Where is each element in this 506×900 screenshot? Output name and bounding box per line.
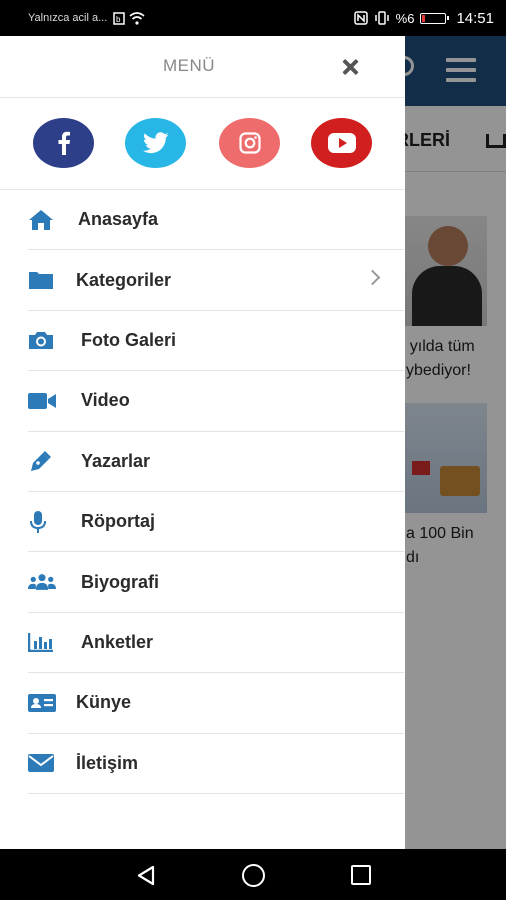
menu-item-yazarlar[interactable]: Yazarlar: [28, 432, 404, 492]
menu-label: Kategoriler: [76, 269, 172, 290]
drawer-header: MENÜ: [0, 36, 405, 98]
home-icon: [29, 209, 53, 230]
clock: 14:51: [456, 9, 494, 27]
menu-label: Künye: [76, 692, 132, 713]
youtube-button[interactable]: [311, 118, 372, 168]
battery-icon: [420, 12, 450, 24]
bar-chart-icon: [28, 633, 53, 653]
menu-title: MENÜ: [162, 56, 216, 75]
vibrate-icon: [374, 11, 389, 25]
menu-label: Foto Galeri: [81, 329, 177, 350]
id-card-icon: [28, 693, 56, 712]
status-bar: Yalnızca acil a... b %6 14:51: [0, 0, 506, 36]
battery-percent: %6: [395, 10, 415, 26]
chevron-right-icon: [364, 270, 381, 286]
instagram-icon: [238, 132, 261, 154]
facebook-icon: [58, 131, 70, 155]
twitter-icon: [142, 132, 169, 154]
menu-item-roportaj[interactable]: Röportaj: [28, 492, 404, 553]
menu-item-anasayfa[interactable]: Anasayfa: [28, 190, 404, 251]
video-camera-icon: [28, 392, 56, 409]
wifi-icon: [129, 11, 145, 25]
navigation-drawer: MENÜ Anasayfa Kategoriler Foto Galeri Vi…: [0, 36, 405, 849]
menu-label: İletişim: [76, 752, 139, 773]
home-circle-icon[interactable]: [242, 864, 265, 887]
folder-icon: [29, 272, 53, 290]
menu-item-foto-galeri[interactable]: Foto Galeri: [28, 311, 404, 372]
clipboard-icon: b: [113, 11, 126, 25]
microphone-icon: [30, 510, 46, 533]
menu-item-biyografi[interactable]: Biyografi: [28, 552, 404, 613]
menu-label: Anasayfa: [78, 209, 159, 230]
menu-item-anketler[interactable]: Anketler: [28, 613, 404, 674]
notification-text: Yalnızca acil a...: [28, 12, 108, 24]
menu-label: Video: [81, 390, 130, 411]
menu-item-kunye[interactable]: Künye: [28, 673, 404, 734]
menu-label: Röportaj: [81, 511, 155, 532]
youtube-icon: [327, 133, 356, 153]
nfc-icon: [353, 11, 368, 25]
twitter-button[interactable]: [125, 118, 186, 168]
system-nav-bar: [0, 849, 506, 900]
users-icon: [28, 574, 56, 590]
pen-icon: [31, 451, 51, 472]
social-links: [0, 98, 405, 190]
menu-label: Yazarlar: [81, 450, 151, 471]
camera-icon: [29, 332, 53, 350]
facebook-button[interactable]: [33, 118, 94, 168]
menu-list: Anasayfa Kategoriler Foto Galeri Video Y…: [0, 190, 405, 794]
recent-apps-icon[interactable]: [351, 865, 371, 885]
instagram-button[interactable]: [219, 118, 280, 168]
menu-item-kategoriler[interactable]: Kategoriler: [28, 250, 404, 311]
envelope-icon: [28, 754, 54, 773]
menu-label: Biyografi: [81, 571, 160, 592]
svg-text:b: b: [116, 15, 121, 24]
close-icon[interactable]: [335, 52, 365, 82]
menu-item-iletisim[interactable]: İletişim: [28, 734, 404, 794]
menu-item-video[interactable]: Video: [28, 371, 404, 432]
back-icon[interactable]: [136, 865, 156, 886]
menu-label: Anketler: [81, 631, 154, 652]
